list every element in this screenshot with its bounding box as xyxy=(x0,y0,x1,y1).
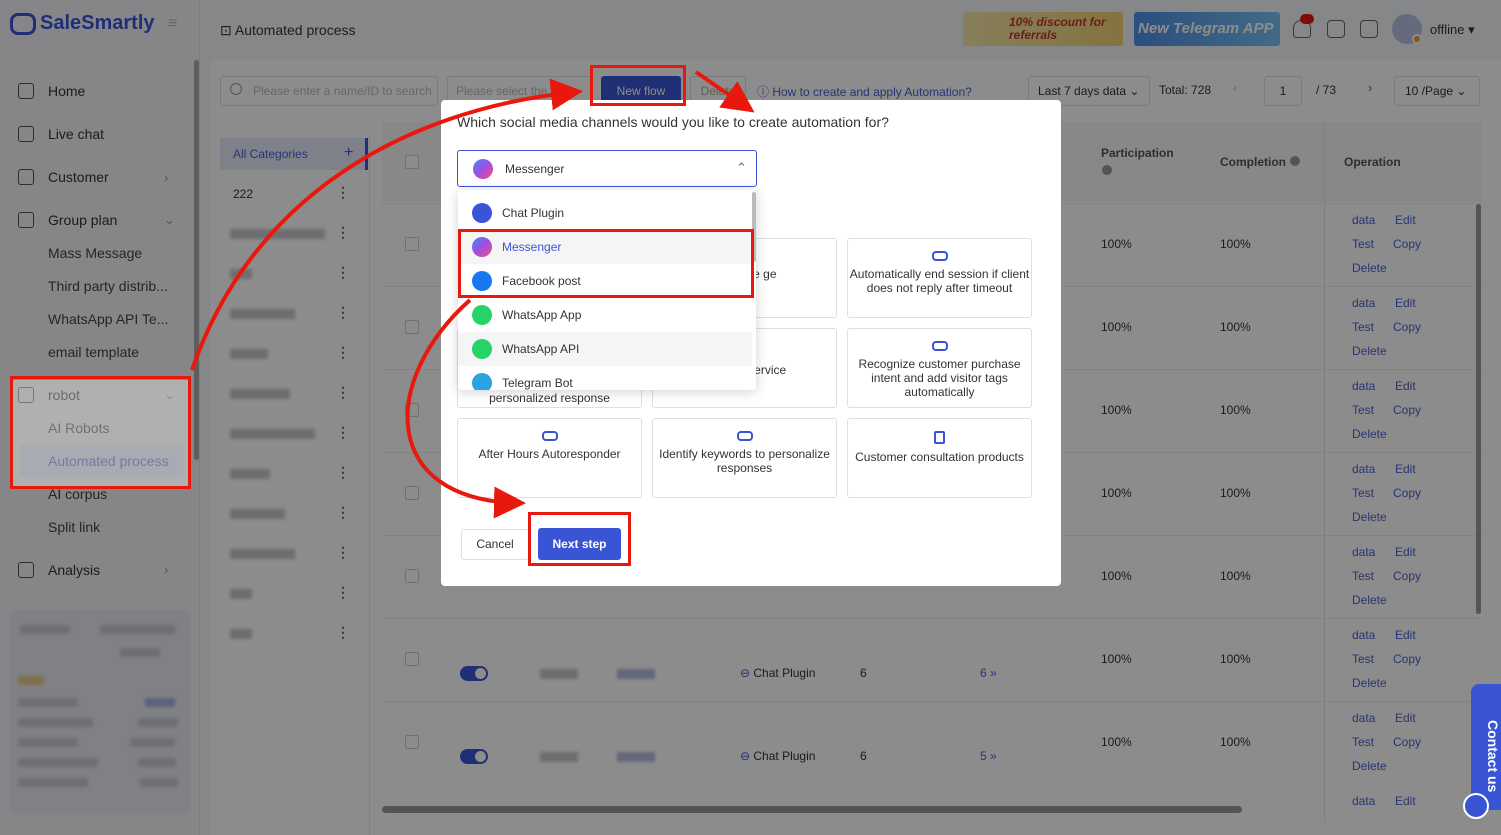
contact-us-button[interactable]: Contact us xyxy=(1471,684,1501,810)
annotation-arrows xyxy=(190,70,755,519)
chat-bubble-icon[interactable] xyxy=(1463,793,1489,819)
